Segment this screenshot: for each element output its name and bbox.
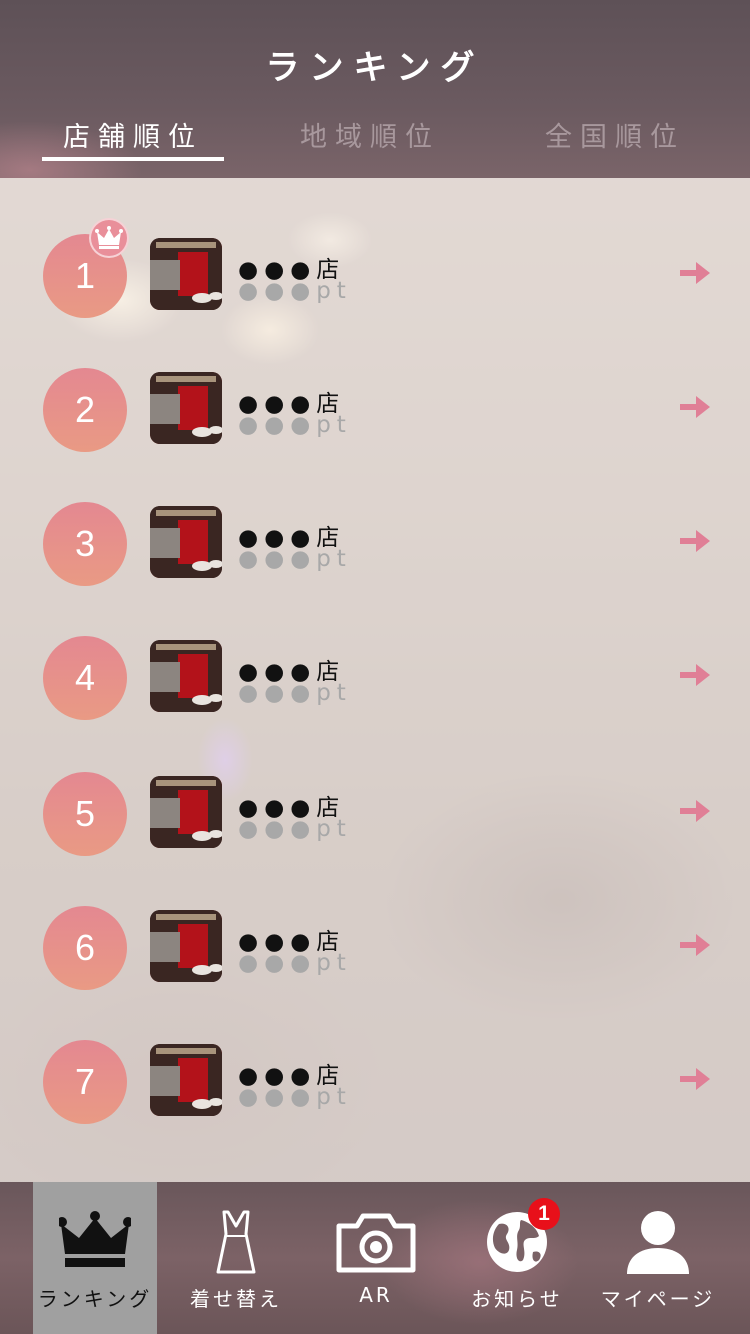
shop-points: ●●●pt [238, 546, 352, 572]
shop-thumbnail [150, 910, 222, 982]
nav-ar[interactable]: AR [314, 1182, 438, 1334]
arrow-right-icon[interactable] [678, 390, 712, 424]
rank-badge: 2 [43, 368, 127, 452]
camera-icon [336, 1213, 416, 1273]
shop-thumbnail [150, 640, 222, 712]
nav-dress-up[interactable]: 着せ替え [174, 1182, 298, 1334]
nav-label: AR [359, 1283, 393, 1307]
crown-icon [59, 1211, 131, 1267]
shop-thumbnail [150, 776, 222, 848]
nav-label: お知らせ [471, 1287, 563, 1311]
header: ランキング 店舗順位 地域順位 全国順位 [0, 0, 750, 178]
nav-label: ランキング [37, 1287, 153, 1311]
ranking-row[interactable]: 6 ●●●店 ●●●pt [0, 906, 750, 1006]
ranking-row[interactable]: 5 ●●●店 ●●●pt [0, 772, 750, 872]
ranking-list: 1 ●●●店 ●●●pt 2 ●●●店 ●●●pt 3 ●●●店 ●●●pt 4… [0, 178, 750, 1182]
ranking-row[interactable]: 3 ●●●店 ●●●pt [0, 502, 750, 602]
page-title: ランキング [265, 48, 485, 88]
notification-badge: 1 [528, 1198, 560, 1230]
tab-store-ranking[interactable]: 店舗順位 [42, 115, 224, 161]
ranking-row[interactable]: 2 ●●●店 ●●●pt [0, 368, 750, 468]
arrow-right-icon[interactable] [678, 928, 712, 962]
active-tab-indicator [42, 157, 224, 161]
shop-thumbnail [150, 372, 222, 444]
ranking-row[interactable]: 4 ●●●店 ●●●pt [0, 636, 750, 736]
shop-points: ●●●pt [238, 412, 352, 438]
arrow-right-icon[interactable] [678, 658, 712, 692]
rank-badge: 6 [43, 906, 127, 990]
shop-points: ●●●pt [238, 950, 352, 976]
rank-badge: 7 [43, 1040, 127, 1124]
shop-thumbnail [150, 238, 222, 310]
rank-badge: 3 [43, 502, 127, 586]
ranking-tabs: 店舗順位 地域順位 全国順位 [0, 115, 750, 165]
arrow-right-icon[interactable] [678, 256, 712, 290]
dress-icon [216, 1210, 256, 1274]
nav-mypage[interactable]: マイページ [596, 1182, 720, 1334]
ranking-row[interactable]: 7 ●●●店 ●●●pt [0, 1040, 750, 1140]
nav-notifications[interactable]: お知らせ [455, 1182, 579, 1334]
shop-points: ●●●pt [238, 816, 352, 842]
arrow-right-icon[interactable] [678, 794, 712, 828]
rank-badge: 4 [43, 636, 127, 720]
shop-thumbnail [150, 506, 222, 578]
crown-icon [89, 218, 129, 258]
person-icon [627, 1211, 689, 1274]
shop-points: ●●●pt [238, 278, 352, 304]
nav-label: マイページ [600, 1287, 716, 1311]
nav-label: 着せ替え [190, 1287, 282, 1311]
arrow-right-icon[interactable] [678, 1062, 712, 1096]
tab-national-ranking[interactable]: 全国順位 [525, 115, 705, 161]
shop-points: ●●●pt [238, 1084, 352, 1110]
rank-badge: 5 [43, 772, 127, 856]
nav-ranking[interactable]: ランキング [33, 1182, 157, 1334]
shop-points: ●●●pt [238, 680, 352, 706]
tab-area-ranking[interactable]: 地域順位 [280, 115, 460, 161]
shop-thumbnail [150, 1044, 222, 1116]
ranking-row[interactable]: 1 ●●●店 ●●●pt [0, 218, 750, 334]
arrow-right-icon[interactable] [678, 524, 712, 558]
bottom-nav: ランキング 着せ替え AR お知らせ マイページ [0, 1182, 750, 1334]
